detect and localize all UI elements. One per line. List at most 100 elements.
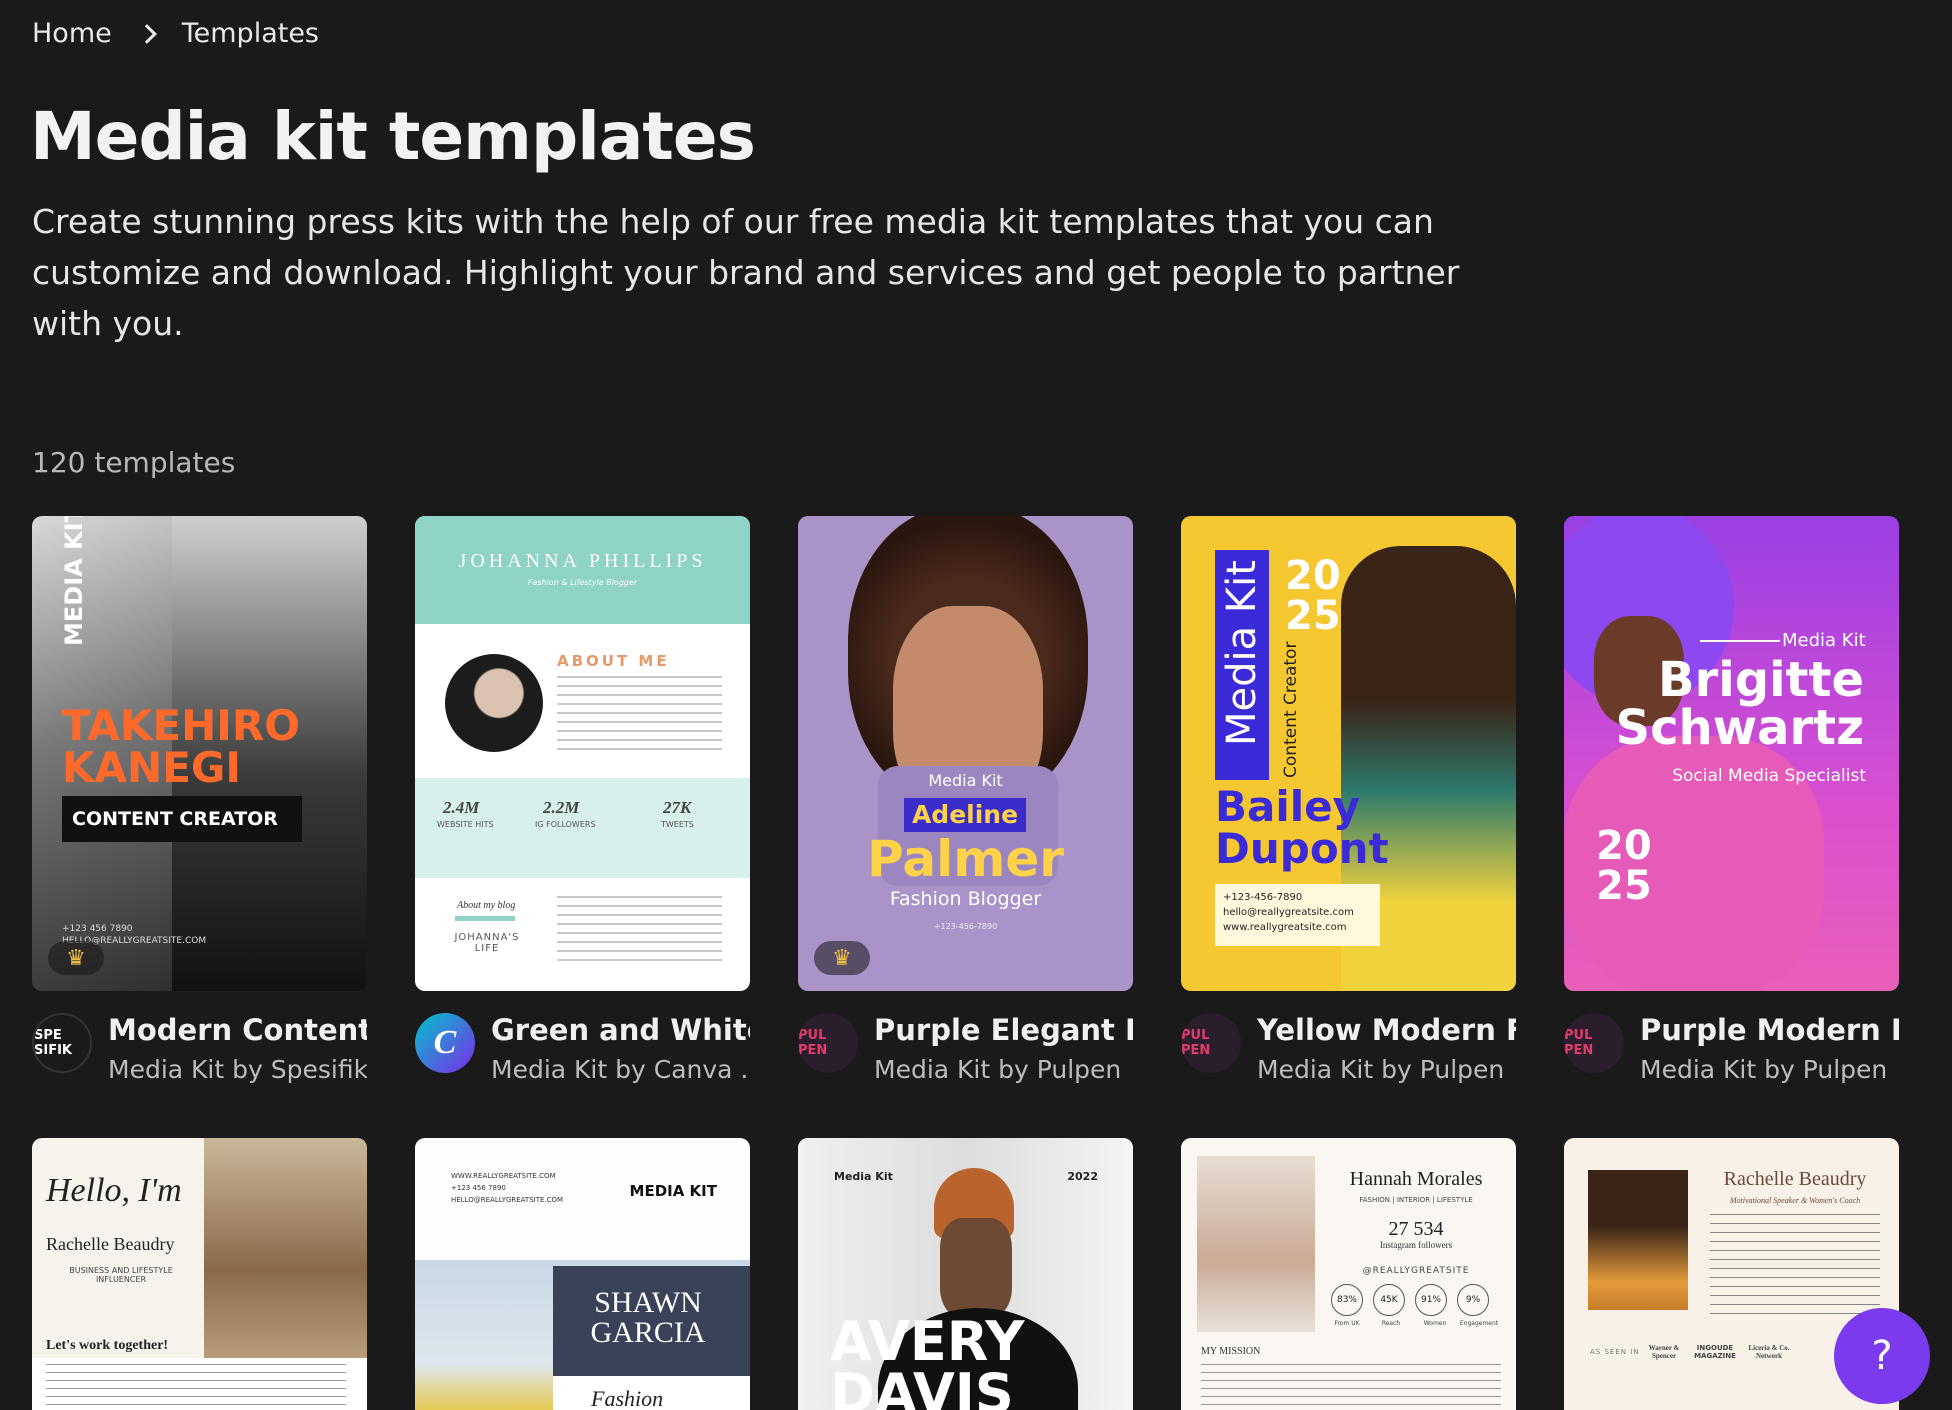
template-card[interactable]: Hello, I'm Rachelle Beaudry BUSINESS AND… (32, 1138, 367, 1410)
thumb-text: WEBSITE HITS (437, 820, 494, 829)
thumb-text: Brigitte (1658, 652, 1864, 708)
template-thumbnail[interactable]: Media Kit Adeline Palmer Fashion Blogger… (798, 516, 1133, 991)
thumb-text: www.reallygreatsite.com (1223, 922, 1347, 933)
template-thumbnail[interactable]: Media Kit 2025 Content Creator Bailey Du… (1181, 516, 1516, 991)
premium-crown-icon: ♛ (48, 941, 104, 975)
template-card[interactable]: MEDIA KIT TAKEHIRO KANEGI CONTENT CREATO… (32, 516, 367, 1084)
thumb-text: IG FOLLOWERS (535, 820, 596, 829)
thumb-text: Motivational Speaker & Women's Coach (1729, 1196, 1861, 1205)
thumb-text: MEDIA KIT (629, 1182, 717, 1200)
thumb-lines (557, 676, 722, 756)
thumb-text: Bailey (1215, 782, 1361, 831)
creator-avatar[interactable]: PUL PEN (1564, 1013, 1624, 1073)
thumb-text: About my blog (457, 900, 516, 911)
template-card[interactable]: Media Kit Brigitte Schwartz Social Media… (1564, 516, 1899, 1084)
template-thumbnail[interactable]: Media Kit 2022 AVERY DAVIS (798, 1138, 1133, 1410)
thumb-text: AS SEEN IN (1590, 1348, 1640, 1356)
thumb-text: 27 534 (1388, 1218, 1444, 1240)
template-thumbnail[interactable]: Hannah Morales FASHION | INTERIOR | LIFE… (1181, 1138, 1516, 1410)
breadcrumb: Home Templates (32, 18, 319, 49)
thumb-lines (1201, 1364, 1501, 1410)
creator-avatar[interactable]: C (415, 1013, 475, 1073)
thumb-text: 2025 (1285, 553, 1341, 639)
template-thumbnail[interactable]: Media Kit Brigitte Schwartz Social Media… (1564, 516, 1899, 991)
thumb-lines (557, 896, 722, 966)
thumb-text: Media Kit (1219, 560, 1265, 746)
template-card[interactable]: Media Kit 2025 Content Creator Bailey Du… (1181, 516, 1516, 1084)
template-creator[interactable]: Media Kit by Canva .. (491, 1055, 750, 1084)
thumb-text: Dupont (1215, 824, 1389, 873)
template-title[interactable]: Green and White .. (491, 1013, 750, 1047)
thumb-text: Social Media Specialist (1672, 766, 1866, 786)
template-creator[interactable]: Media Kit by Pulpen (874, 1055, 1133, 1084)
avatar-photo (445, 654, 543, 752)
template-card[interactable]: JOHANNA PHILLIPS Fashion & Lifestyle Blo… (415, 516, 750, 1084)
template-card[interactable]: WWW.REALLYGREATSITE.COM +123 456 7890 HE… (415, 1138, 750, 1410)
thumb-text: ABOUT ME (557, 652, 670, 670)
portrait-photo (204, 1138, 367, 1358)
thumb-text: KANEGI (62, 743, 241, 792)
thumb-text: Instagram followers (1379, 1240, 1453, 1250)
thumb-logo: INGOUDE MAGAZINE (1694, 1344, 1736, 1360)
thumb-text: 2.2M (543, 798, 580, 817)
template-thumbnail[interactable]: Hello, I'm Rachelle Beaudry BUSINESS AND… (32, 1138, 367, 1410)
thumb-text: GARCIA (590, 1316, 706, 1349)
template-card[interactable]: Media Kit Adeline Palmer Fashion Blogger… (798, 516, 1133, 1084)
thumb-text: 27K (663, 798, 692, 817)
thumb-text: Hello, I'm (46, 1172, 182, 1209)
stat-circle: 9% (1457, 1284, 1489, 1316)
template-creator[interactable]: Media Kit by Pulpen (1257, 1055, 1516, 1084)
stat-label: Engagement (1459, 1320, 1499, 1327)
thumb-text: Adeline (904, 798, 1026, 832)
thumb-text: hello@reallygreatsite.com (1223, 907, 1354, 918)
thumb-text: 2.4M (443, 798, 480, 817)
thumb-text: JOHANNA PHILLIPS (458, 550, 707, 572)
thumb-text: Let's work together! (46, 1338, 169, 1353)
thumb-text: Palmer (867, 830, 1064, 888)
breadcrumb-home-link[interactable]: Home (32, 18, 112, 49)
thumb-text: TAKEHIRO (62, 701, 300, 750)
thumb-text: Schwartz (1615, 700, 1864, 756)
thumb-text: TWEETS (661, 820, 694, 829)
creator-avatar[interactable]: PUL PEN (798, 1013, 858, 1073)
thumb-text: Fashion Influencer (591, 1386, 664, 1410)
chevron-right-icon (136, 23, 157, 44)
creator-avatar[interactable]: PUL PEN (1181, 1013, 1241, 1073)
help-button[interactable]: ? (1834, 1308, 1930, 1404)
thumb-text: Rachelle Beaudry (1723, 1168, 1867, 1190)
template-title[interactable]: Modern Content .. (108, 1013, 367, 1047)
thumb-text: 2025 (1596, 823, 1652, 909)
thumb-text: Rachelle Beaudry (46, 1234, 175, 1254)
portrait-photo (1588, 1170, 1688, 1310)
portrait-photo (1197, 1156, 1315, 1332)
template-grid: MEDIA KIT TAKEHIRO KANEGI CONTENT CREATO… (32, 516, 1899, 1410)
thumb-text: CONTENT CREATOR (62, 796, 302, 842)
template-creator[interactable]: Media Kit by Pulpen (1640, 1055, 1899, 1084)
stat-circle: 83% (1331, 1284, 1363, 1316)
template-card[interactable]: Media Kit 2022 AVERY DAVIS (798, 1138, 1133, 1410)
thumb-text: 2022 (1067, 1170, 1098, 1183)
template-title[interactable]: Yellow Modern F.. (1257, 1013, 1516, 1047)
template-thumbnail[interactable]: MEDIA KIT TAKEHIRO KANEGI CONTENT CREATO… (32, 516, 367, 991)
thumb-logo: Liceria & Co. Network (1748, 1344, 1790, 1360)
thumb-text: SHAWN (594, 1286, 702, 1319)
contact-box: +123-456-7890 hello@reallygreatsite.com … (1215, 884, 1380, 946)
template-thumbnail[interactable]: JOHANNA PHILLIPS Fashion & Lifestyle Blo… (415, 516, 750, 991)
template-creator[interactable]: Media Kit by Spesifik (108, 1055, 367, 1084)
breadcrumb-templates-link[interactable]: Templates (182, 18, 319, 49)
thumb-text: @REALLYGREATSITE (1362, 1266, 1470, 1276)
thumb-text: FASHION | INTERIOR | LIFESTYLE (1359, 1196, 1473, 1204)
template-thumbnail[interactable]: WWW.REALLYGREATSITE.COM +123 456 7890 HE… (415, 1138, 750, 1410)
thumb-text: BUSINESS AND LIFESTYLE INFLUENCER (69, 1266, 173, 1284)
thumb-text: +123-456-7890 (1223, 892, 1303, 903)
portrait-face (940, 1218, 1012, 1318)
stat-labels: From UK Reach Women Engagement (1327, 1320, 1499, 1327)
creator-avatar[interactable]: SPE SIFIK (32, 1013, 92, 1073)
stat-circle: 91% (1415, 1284, 1447, 1316)
thumb-text: WWW.REALLYGREATSITE.COM (451, 1172, 556, 1180)
template-card[interactable]: Hannah Morales FASHION | INTERIOR | LIFE… (1181, 1138, 1516, 1410)
template-title[interactable]: Purple Modern R.. (1640, 1013, 1899, 1047)
thumb-lines (1710, 1214, 1880, 1314)
template-title[interactable]: Purple Elegant F.. (874, 1013, 1133, 1047)
thumb-lines (46, 1364, 346, 1410)
